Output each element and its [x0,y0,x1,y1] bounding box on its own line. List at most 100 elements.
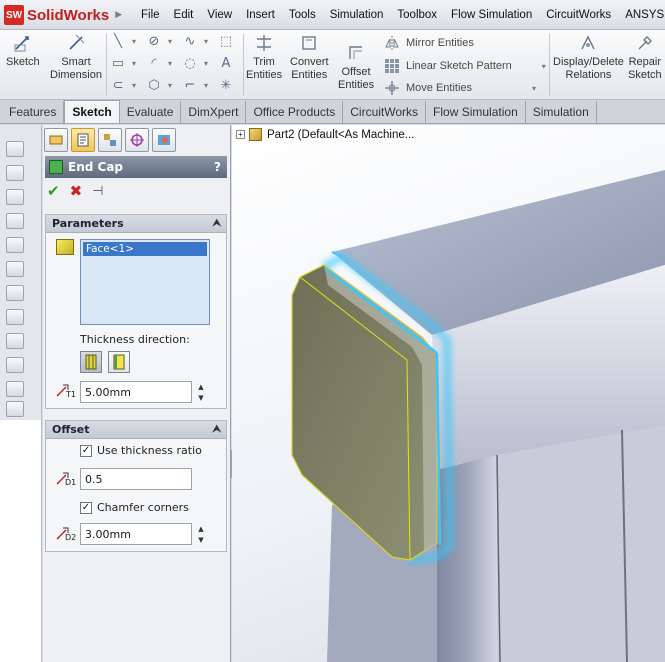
chamfer-corners-checkbox[interactable]: ✓ [80,502,92,514]
help-button[interactable]: ? [214,160,221,174]
expand-icon[interactable]: + [236,130,245,139]
chamfer-spinner[interactable]: ▲ ▼ [196,523,206,545]
graphics-area[interactable] [232,125,665,662]
polygon-icon[interactable]: ⬡ [146,78,162,94]
mirror-entities-button[interactable]: Mirror Entities [384,35,474,51]
parameters-header[interactable]: Parameters ⮝ [46,215,226,233]
construction-rectangle-icon[interactable]: ⬚ [218,34,234,50]
linear-sketch-pattern-button[interactable]: Linear Sketch Pattern ▾ [384,58,546,74]
point-icon[interactable]: ✳ [218,78,234,94]
menu-item-edit[interactable]: Edit [167,9,201,21]
pushpin-icon[interactable]: ⊣ [92,184,103,199]
text-icon[interactable]: A [218,56,234,72]
feature-manager-tab-icon[interactable] [44,128,68,152]
belt-chain-icon[interactable] [6,333,24,349]
tab-circuitworks[interactable]: CircuitWorks [343,101,427,123]
repair-sketch-button[interactable]: Repair Sketch [628,32,662,82]
dimxpert-manager-tab-icon[interactable] [125,128,149,152]
offset-header[interactable]: Offset ⮝ [46,421,226,439]
collapse-chevron-icon[interactable]: ⮝ [213,424,222,435]
chamfer-input[interactable]: 3.00mm [80,523,192,545]
make-block-icon[interactable] [6,237,24,253]
spin-down-icon[interactable]: ▼ [198,394,203,402]
ratio-input[interactable]: 0.5 [80,468,192,490]
offset-entities-button[interactable]: Offset Entities [338,42,374,92]
circle-icon[interactable]: ⊘ [146,34,162,50]
menu-item-simulation[interactable]: Simulation [323,9,391,21]
chevron-down-icon[interactable]: ▾ [126,56,142,72]
3d-model-view[interactable] [232,125,665,662]
slot-icon[interactable]: ⊂ [110,78,126,94]
smart-dimension-button[interactable]: Smart Dimension [50,32,102,82]
trim-entities-button[interactable]: Trim Entities [246,32,282,82]
menu-item-insert[interactable]: Insert [239,9,282,21]
cancel-x-icon[interactable]: ✖ [70,182,83,200]
rebuild-block-icon[interactable] [6,357,24,373]
line-icon[interactable]: ╲ [110,34,126,50]
chevron-down-icon[interactable]: ▾ [162,78,178,94]
collapse-chevron-icon[interactable]: ⮝ [213,218,222,229]
manager-tabs [43,128,231,154]
chevron-down-icon[interactable]: ▾ [126,34,142,50]
menu-item-toolbox[interactable]: Toolbox [390,9,444,21]
menu-item-flow-simulation[interactable]: Flow Simulation [444,9,539,21]
sketch-button[interactable]: Sketch [6,32,40,69]
display-delete-relations-button[interactable]: Display/Delete Relations [553,32,624,82]
parameters-title: Parameters [52,217,124,230]
menu-item-file[interactable]: File [134,9,167,21]
thickness-input[interactable]: 5.00mm [80,381,192,403]
arc-icon[interactable]: ◜ [146,56,162,72]
chevron-down-icon[interactable]: ▾ [198,34,214,50]
fillet-icon[interactable]: ⌐ [182,78,198,94]
configuration-manager-tab-icon[interactable] [98,128,122,152]
property-manager-tab-icon[interactable] [71,128,95,152]
move-entities-button[interactable]: Move Entities ▾ [384,80,536,96]
block-icon[interactable] [6,189,24,205]
tab-sketch[interactable]: Sketch [64,100,120,123]
logo-dropdown-icon[interactable]: ▶ [115,10,122,20]
spin-up-icon[interactable]: ▲ [198,383,203,391]
menu-item-circuitworks[interactable]: CircuitWorks [539,9,618,21]
tab-features[interactable]: Features [2,101,65,123]
chevron-down-icon[interactable]: ▾ [198,56,214,72]
convert-entities-button[interactable]: Convert Entities [290,32,329,82]
ellipse-icon[interactable]: ◌ [182,56,198,72]
use-thickness-ratio-checkbox[interactable]: ✓ [80,445,92,457]
chevron-down-icon[interactable]: ▾ [162,56,178,72]
offset-title: Offset [52,423,90,436]
spline-icon[interactable]: ∿ [182,34,198,50]
extrude-block-icon[interactable] [6,381,24,397]
selected-face-item[interactable]: Face<1> [83,242,207,256]
ok-check-icon[interactable]: ✔ [47,182,60,200]
chevron-down-icon[interactable]: ▾ [126,78,142,94]
thickness-inward-button[interactable] [108,351,130,373]
more-tools-icon[interactable] [6,401,24,417]
rectangle-icon[interactable]: ▭ [110,56,126,72]
spin-up-icon[interactable]: ▲ [198,525,203,533]
edit-block-icon[interactable] [6,261,24,277]
thickness-outward-button[interactable] [80,351,102,373]
save-block-icon[interactable] [6,285,24,301]
menu-item-view[interactable]: View [200,9,239,21]
chevron-down-icon[interactable]: ▾ [542,62,546,71]
chevron-down-icon[interactable]: ▾ [532,84,536,93]
feature-tree-flyout[interactable]: + Part2 (Default<As Machine... [236,128,414,141]
face-selection-box[interactable]: Face<1> [80,239,210,325]
menu-item-ansys-12[interactable]: ANSYS 12 [618,9,665,21]
solidworks-logo[interactable]: SW SolidWorks ▶ [4,3,122,27]
display-manager-tab-icon[interactable] [152,128,176,152]
chevron-down-icon[interactable]: ▾ [198,78,214,94]
tab-simulation[interactable]: Simulation [526,101,597,123]
3d-sketch-icon[interactable] [6,141,24,157]
sketch-plane-icon[interactable] [6,165,24,181]
insert-block-icon[interactable] [6,213,24,229]
explode-block-icon[interactable] [6,309,24,325]
tab-dimxpert[interactable]: DimXpert [181,101,247,123]
tab-evaluate[interactable]: Evaluate [120,101,182,123]
tab-office-products[interactable]: Office Products [246,101,344,123]
chevron-down-icon[interactable]: ▾ [162,34,178,50]
tab-flow-simulation[interactable]: Flow Simulation [426,101,526,123]
menu-item-tools[interactable]: Tools [282,9,323,21]
spin-down-icon[interactable]: ▼ [198,536,203,544]
thickness-spinner[interactable]: ▲ ▼ [196,381,206,403]
